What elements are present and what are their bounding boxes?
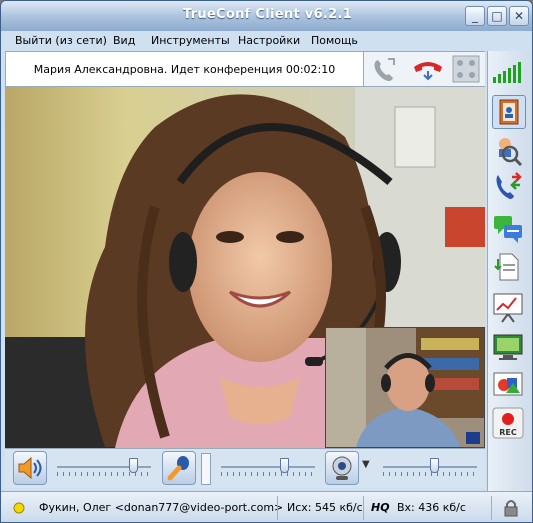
camera-button[interactable] [325, 451, 359, 485]
menu-bar: Выйти (из сети) Вид Инструменты Настройк… [5, 31, 485, 51]
camera-dropdown-icon[interactable]: ▼ [362, 459, 370, 470]
title-bar[interactable]: TrueConf Client v6.2.1 _ □ ✕ [1, 1, 532, 31]
speaker-volume-slider[interactable] [57, 457, 151, 477]
remote-video[interactable] [5, 87, 485, 448]
record-label: REC [499, 428, 517, 437]
menu-help[interactable]: Помощь [311, 34, 358, 47]
desktop-share-icon [493, 334, 523, 360]
self-view-image [326, 328, 484, 447]
slide-show-button[interactable] [492, 291, 526, 325]
slide-show-icon [493, 293, 523, 323]
maximize-button[interactable]: □ [487, 6, 507, 26]
record-icon: REC [492, 407, 524, 439]
tools-sidebar: REC [487, 51, 531, 491]
whiteboard-icon [493, 372, 523, 396]
chat-icon [494, 216, 522, 243]
outgoing-bitrate: Исх: 545 кб/с [287, 501, 363, 514]
conference-status-panel: Мария Александровна. Идет конференция 00… [5, 51, 364, 87]
mic-volume-thumb[interactable] [280, 458, 289, 473]
current-user: Фукин, Олег <donan777@video-port.com> [39, 501, 284, 514]
whiteboard-button[interactable] [492, 369, 526, 403]
call-transfer-icon [496, 172, 522, 199]
speaker-button[interactable] [13, 451, 47, 485]
multi-view-icon[interactable] [452, 55, 480, 83]
search-user-icon [499, 138, 523, 167]
status-bar: Фукин, Олег <donan777@video-port.com> Ис… [1, 491, 532, 522]
call-transfer-button[interactable] [492, 171, 526, 205]
incoming-bitrate: Вх: 436 кб/с [397, 501, 466, 514]
microphone-icon [167, 456, 189, 481]
microphone-button[interactable] [162, 451, 196, 485]
call-action-bar [364, 51, 485, 87]
record-button[interactable]: REC [492, 407, 526, 441]
conference-status-text: Мария Александровна. Идет конференция 00… [33, 63, 336, 76]
menu-view[interactable]: Вид [113, 34, 135, 47]
lock-icon[interactable] [503, 498, 519, 518]
signal-strength-icon [493, 62, 521, 83]
hangup-icon[interactable] [412, 57, 444, 83]
separator [277, 496, 278, 520]
desktop-share-button[interactable] [492, 331, 526, 365]
media-controls: ▼ [5, 448, 485, 488]
close-button[interactable]: ✕ [509, 6, 529, 26]
minimize-button[interactable]: _ [465, 6, 485, 26]
separator [363, 496, 364, 520]
mic-level-meter [201, 453, 211, 485]
address-book-icon [499, 99, 519, 125]
separator [491, 496, 492, 520]
speaker-volume-thumb[interactable] [129, 458, 138, 473]
address-book-button[interactable] [492, 95, 526, 129]
self-view-video[interactable] [325, 327, 485, 448]
file-transfer-button[interactable] [492, 251, 526, 285]
menu-settings[interactable]: Настройки [238, 34, 300, 47]
mic-volume-slider[interactable] [221, 457, 315, 477]
menu-exit[interactable]: Выйти (из сети) [15, 34, 107, 47]
window-title: TrueConf Client v6.2.1 [182, 7, 353, 22]
search-user-button[interactable] [492, 135, 526, 169]
chat-button[interactable] [492, 213, 526, 247]
file-transfer-icon [494, 253, 519, 281]
hq-indicator: HQ [371, 501, 390, 514]
status-dot-icon [13, 502, 25, 514]
main-window: TrueConf Client v6.2.1 _ □ ✕ Выйти (из с… [0, 0, 533, 523]
webcam-icon [332, 456, 352, 480]
camera-slider-thumb[interactable] [430, 458, 439, 473]
speaker-icon [18, 456, 42, 480]
menu-tools[interactable]: Инструменты [151, 34, 230, 47]
camera-slider[interactable] [383, 457, 477, 477]
call-icon[interactable] [370, 55, 400, 83]
